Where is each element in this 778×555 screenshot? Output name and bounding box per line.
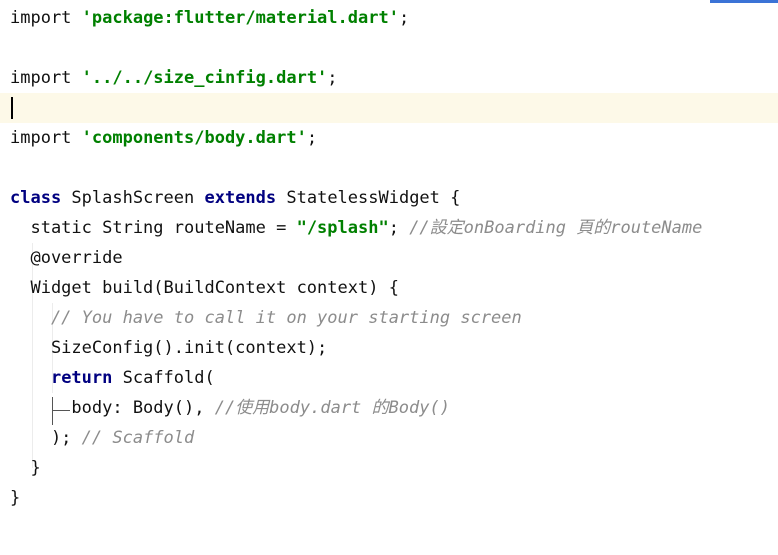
- code-line[interactable]: import 'components/body.dart';: [10, 123, 317, 153]
- code-keyword: return: [50, 368, 123, 388]
- code-line[interactable]: @override: [10, 243, 123, 273]
- code-line[interactable]: body: Body(), //使用body.dart 的Body(): [10, 393, 450, 423]
- code-line[interactable]: return Scaffold(: [10, 363, 215, 393]
- code-text: Widget build(BuildContext context) {: [10, 278, 399, 298]
- code-string: 'components/body.dart': [81, 128, 307, 148]
- code-text: import: [10, 128, 82, 148]
- code-line[interactable]: SizeConfig().init(context);: [10, 333, 327, 363]
- code-line[interactable]: ); // Scaffold: [10, 423, 194, 453]
- code-text: ;: [398, 8, 410, 28]
- code-line[interactable]: }: [10, 483, 20, 513]
- code-text: Scaffold(: [122, 368, 215, 388]
- code-text: ;: [306, 128, 318, 148]
- editor-top-accent-bar: [710, 0, 778, 3]
- code-line[interactable]: import 'package:flutter/material.dart';: [10, 3, 409, 33]
- code-text: }: [10, 488, 21, 508]
- code-string: '../../size_cinfig.dart': [81, 68, 328, 88]
- code-comment: //使用body.dart 的Body(): [214, 398, 450, 418]
- code-text: import: [10, 68, 82, 88]
- current-line-highlight: [0, 93, 778, 123]
- code-comment: // Scaffold: [81, 428, 195, 448]
- code-text: ;: [388, 218, 410, 238]
- code-text: }: [10, 458, 41, 478]
- code-editor[interactable]: import 'package:flutter/material.dart'; i…: [0, 0, 778, 555]
- code-text: );: [10, 428, 82, 448]
- code-text: SizeConfig().init(context);: [10, 338, 328, 358]
- code-text: StatelessWidget {: [286, 188, 461, 208]
- text-cursor: [11, 97, 13, 119]
- code-line[interactable]: Widget build(BuildContext context) {: [10, 273, 399, 303]
- code-line[interactable]: class SplashScreen extends StatelessWidg…: [10, 183, 460, 213]
- code-comment: // You have to call it on your starting …: [10, 308, 522, 328]
- code-text: ;: [327, 68, 338, 88]
- code-line[interactable]: import '../../size_cinfig.dart';: [10, 63, 338, 93]
- code-keyword: extends: [204, 188, 287, 208]
- code-string: "/splash": [296, 218, 389, 238]
- closing-label-guide-branch: [52, 410, 70, 411]
- code-text: body: Body(),: [10, 398, 215, 418]
- code-line[interactable]: static String routeName = "/splash"; //設…: [10, 213, 702, 243]
- code-text: SplashScreen: [71, 188, 205, 208]
- code-line[interactable]: // You have to call it on your starting …: [10, 303, 522, 333]
- code-comment: //設定onBoarding 頁的routeName: [409, 218, 703, 238]
- code-text: @override: [10, 248, 123, 268]
- code-text: import: [10, 8, 82, 28]
- code-line[interactable]: }: [10, 453, 41, 483]
- code-text: static String routeName =: [10, 218, 297, 238]
- closing-label-guide: [52, 397, 53, 425]
- code-string: 'package:flutter/material.dart': [81, 8, 399, 28]
- code-keyword: class: [10, 188, 72, 208]
